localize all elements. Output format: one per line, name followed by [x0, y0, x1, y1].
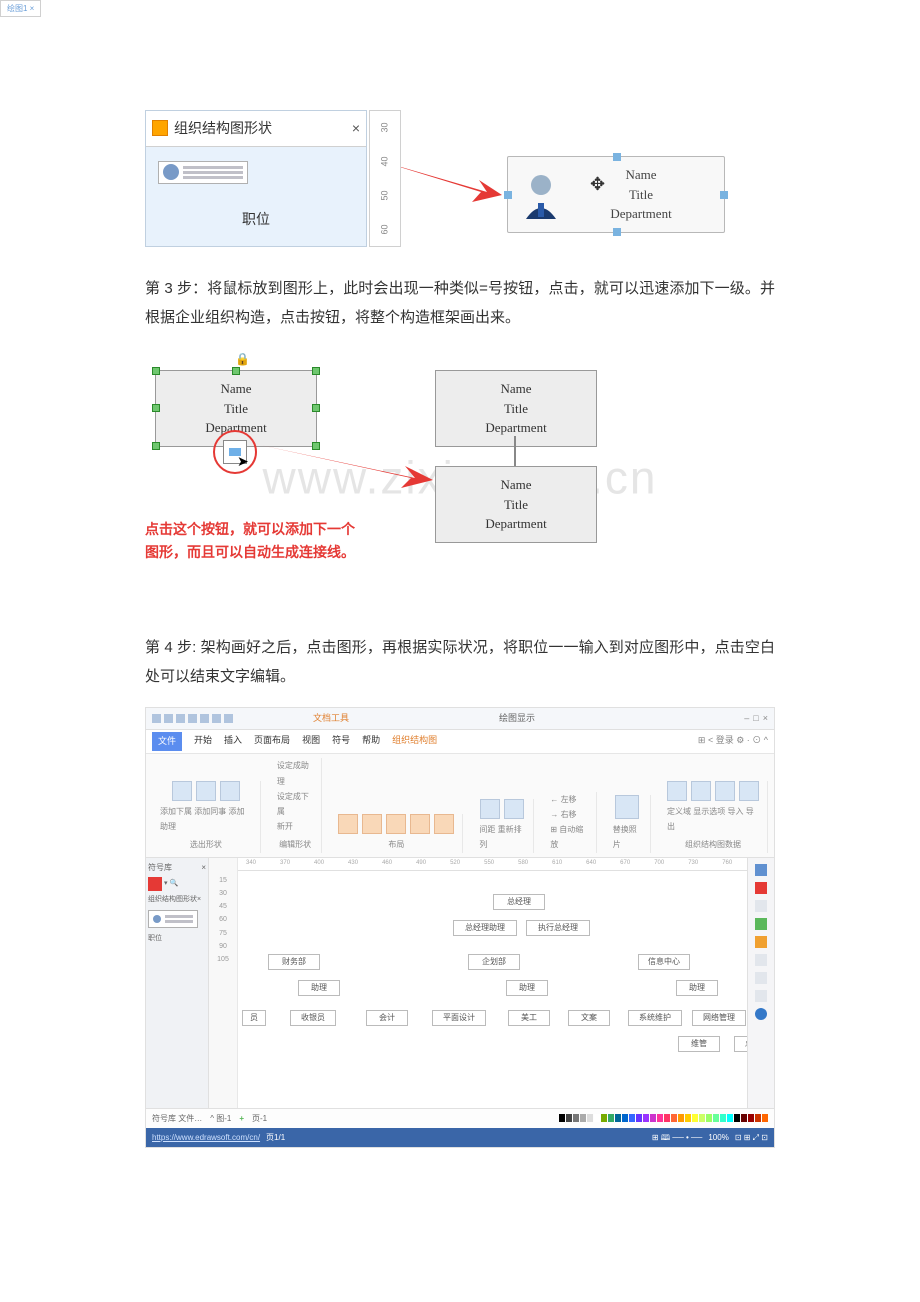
org-node[interactable]: 收银员	[290, 1010, 336, 1027]
avatar-icon	[163, 164, 179, 180]
org-node[interactable]: 信息中心	[638, 954, 690, 971]
org-node[interactable]: 总经理	[493, 894, 545, 911]
quick-access-toolbar[interactable]	[152, 714, 233, 723]
resize-handle[interactable]	[613, 228, 621, 236]
figure-1: 组织结构图形状 × 职位 3040 5060	[145, 110, 775, 247]
vertical-ruler: 3040 5060	[369, 110, 401, 247]
org-card-canvas[interactable]: ✥ Name Title Department	[507, 156, 725, 233]
close-icon[interactable]: ×	[352, 115, 360, 142]
status-url[interactable]: https://www.edrawsoft.com/cn/	[152, 1130, 260, 1145]
file-tab[interactable]: 文件	[152, 732, 182, 751]
resize-handle[interactable]	[504, 191, 512, 199]
ribbon-tab[interactable]: 符号	[332, 732, 350, 751]
ribbon-tab[interactable]: 帮助	[362, 732, 380, 751]
org-node[interactable]: 网络管理	[692, 1010, 746, 1027]
window-controls[interactable]: ‒□×	[744, 710, 768, 727]
ribbon-tab[interactable]: 开始	[194, 732, 212, 751]
org-box-child[interactable]: Name Title Department	[435, 466, 597, 543]
ribbon: 添加下属 添加同事 添加助理 选出形状 设定成助理设定成下属新开编辑形状 布局 …	[146, 754, 774, 857]
step-4-text: 第 4 步: 架构画好之后，点击图形，再根据实际状况，将职位一一输入到对应图形中…	[145, 634, 775, 691]
org-box-parent[interactable]: Name Title Department	[435, 370, 597, 447]
card-title: Title	[566, 185, 716, 205]
org-node[interactable]: 助理	[506, 980, 548, 997]
org-node[interactable]: 助理	[298, 980, 340, 997]
status-bar: https://www.edrawsoft.com/cn/ 页1/1 ⊞ 🕮 ─…	[146, 1128, 774, 1147]
footer-bar: 符号库 文件… ^ 图-1 + 页-1	[146, 1108, 774, 1128]
title-tab-draw[interactable]: 绘图显示	[499, 710, 535, 727]
color-swatches[interactable]	[559, 1114, 768, 1122]
shapes-panel: 组织结构图形状 × 职位	[145, 110, 367, 247]
top-right-controls[interactable]: ⊞ < 登录 ⚙ · ⊙ ^	[698, 732, 768, 751]
org-node[interactable]: 财务部	[268, 954, 320, 971]
shapes-panel-header: 组织结构图形状 ×	[146, 111, 366, 147]
title-bar: 文档工具 绘图显示 ‒□×	[146, 708, 774, 730]
org-node[interactable]: 维管	[678, 1036, 720, 1053]
step-3-text: 第 3 步：将鼠标放到图形上，此时会出现一种类似=号按钮，点击，就可以迅速添加下…	[145, 275, 775, 332]
drawing-tab[interactable]: 绘图1 ×	[0, 0, 41, 17]
shapes-panel-footer: 职位	[146, 194, 366, 247]
card-name: Name	[566, 165, 716, 185]
document-page: 组织结构图形状 × 职位 3040 5060	[0, 0, 920, 1302]
ribbon-tab-active[interactable]: 组织结构图	[392, 732, 437, 751]
ribbon-tab[interactable]: 页面布局	[254, 732, 290, 751]
org-node[interactable]: 企划部	[468, 954, 520, 971]
right-panel[interactable]	[747, 858, 774, 1108]
org-node[interactable]: 会计	[366, 1010, 408, 1027]
arrow-icon	[255, 440, 435, 490]
ribbon-tab[interactable]: 插入	[224, 732, 242, 751]
org-node[interactable]: 系统维护	[628, 1010, 682, 1027]
canvas-left-ruler: 绘图1 × 153045607590105	[209, 858, 238, 1108]
resize-handle[interactable]	[613, 153, 621, 161]
org-node[interactable]: 美工	[508, 1010, 550, 1027]
ribbon-tabs: 文件 开始 插入 页面布局 视图 符号 帮助 组织结构图 ⊞ < 登录 ⚙ · …	[146, 730, 774, 754]
org-node[interactable]: 员	[242, 1010, 266, 1027]
org-node[interactable]: 总经理助理	[453, 920, 517, 937]
figure-2: www.zixin.com.cn 🔒 Name Title Department…	[145, 348, 775, 608]
org-node[interactable]: 助理	[676, 980, 718, 997]
org-node[interactable]: 平面设计	[432, 1010, 486, 1027]
figure-3-app-window: 文档工具 绘图显示 ‒□× 文件 开始 插入 页面布局 视图 符号 帮助 组织结…	[145, 707, 775, 1148]
symbol-library-panel: 符号库× ▾ 🔍 组织结构图形状× 职位	[146, 858, 209, 1108]
annotation-text: 点击这个按钮，就可以添加下一个 图形，而且可以自动生成连接线。	[145, 518, 355, 563]
shapes-panel-title: 组织结构图形状	[174, 115, 272, 142]
resize-handle[interactable]	[720, 191, 728, 199]
org-card-preview[interactable]	[158, 161, 248, 184]
card-dept: Department	[566, 204, 716, 224]
highlight-circle	[213, 430, 257, 474]
title-tab-doc[interactable]: 文档工具	[313, 710, 349, 727]
person-avatar-icon	[516, 169, 566, 219]
ribbon-tab[interactable]: 视图	[302, 732, 320, 751]
canvas-top-ruler: 3403704004304604905205505806106406707007…	[238, 858, 747, 871]
star-icon	[152, 120, 168, 136]
org-node[interactable]: 总台文员	[734, 1036, 747, 1053]
org-node[interactable]: 执行总经理	[526, 920, 590, 937]
connector-line	[514, 436, 516, 466]
canvas[interactable]: 3403704004304604905205505806106406707007…	[238, 858, 747, 1108]
zoom-controls[interactable]: ⊞ 🕮 ── • ──100%⊡ ⊞ ⤢ ⊡	[652, 1130, 768, 1145]
org-node[interactable]: 文案	[568, 1010, 610, 1027]
